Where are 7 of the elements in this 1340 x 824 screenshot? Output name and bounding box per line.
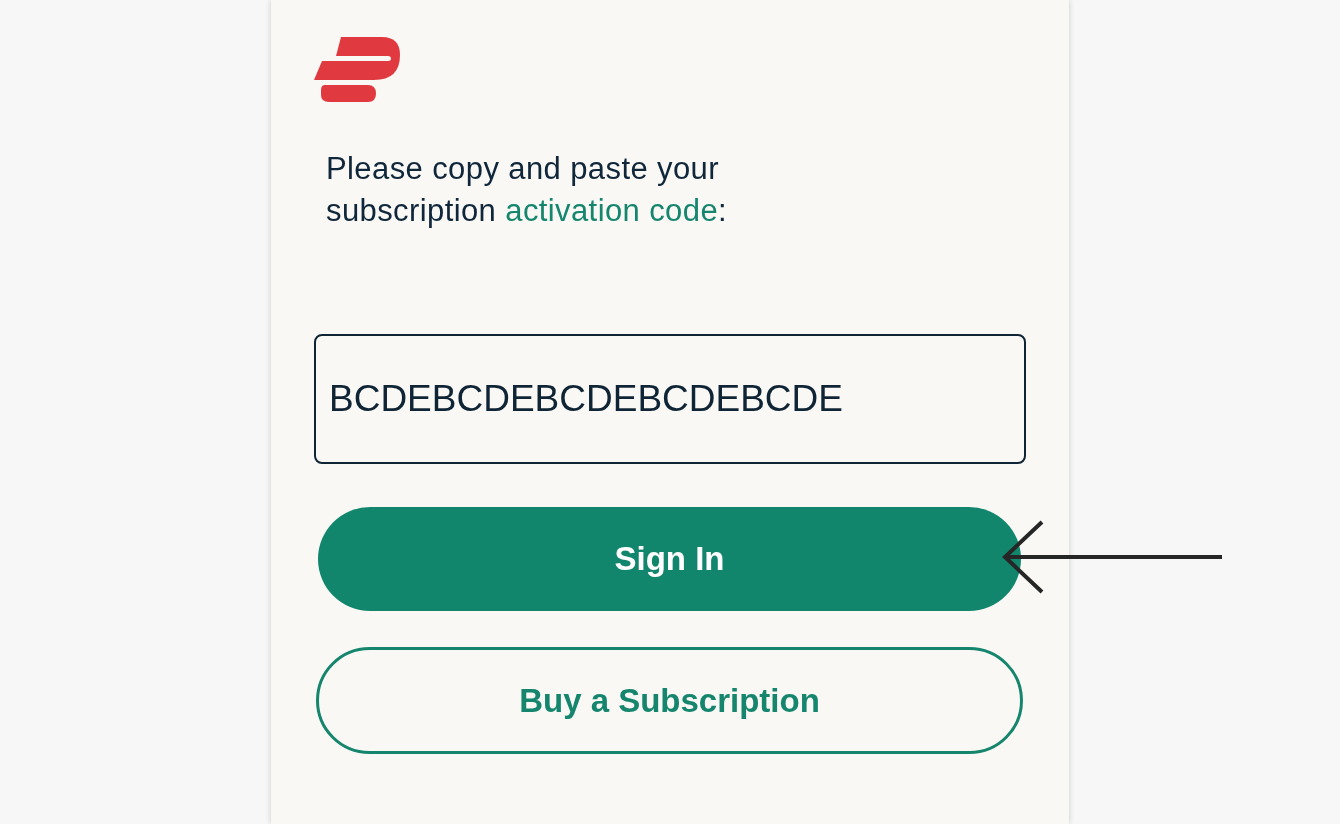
sign-in-button[interactable]: Sign In bbox=[318, 507, 1021, 611]
activation-code-field[interactable]: BCDEBCDEBCDEBCDEBCDE bbox=[314, 334, 1026, 464]
activation-code-link[interactable]: activation code bbox=[505, 193, 719, 228]
logo-icon bbox=[314, 37, 400, 103]
buy-subscription-button[interactable]: Buy a Subscription bbox=[316, 647, 1023, 754]
instruction-text: Please copy and paste your subscription activation code: bbox=[326, 150, 729, 230]
arrow-icon bbox=[1000, 518, 1224, 596]
